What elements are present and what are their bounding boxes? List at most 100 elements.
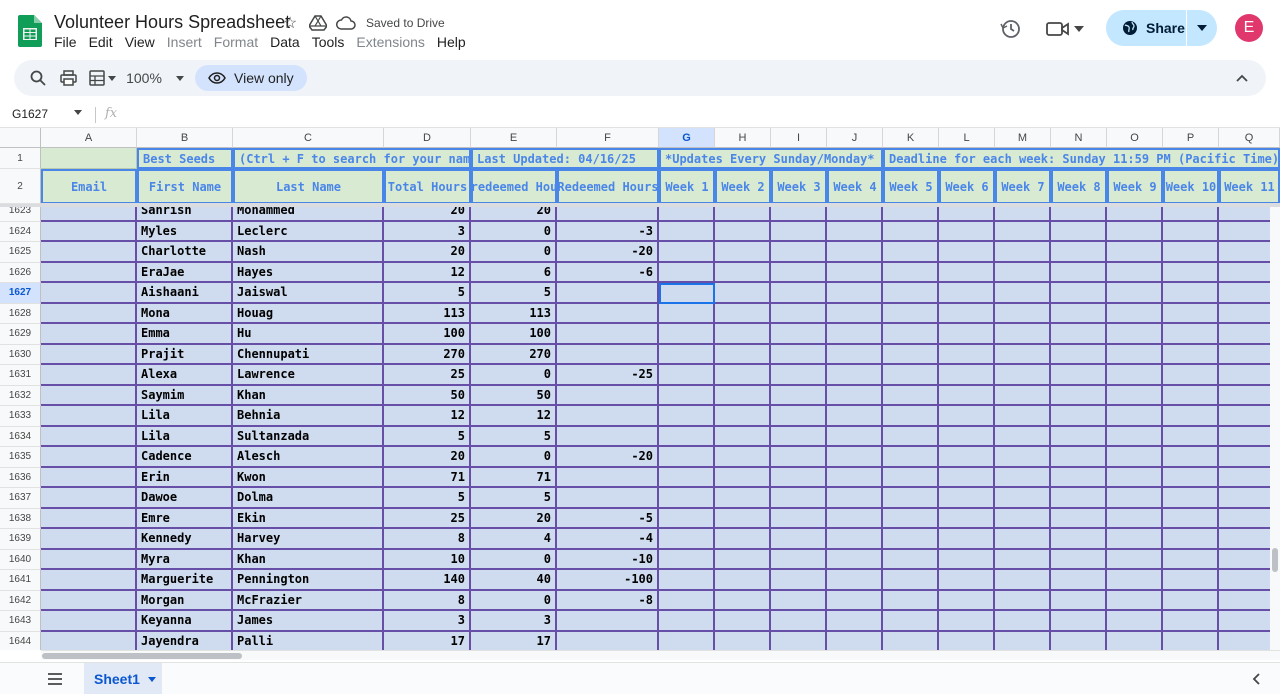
- row-header[interactable]: 1629: [0, 324, 41, 345]
- table-cell[interactable]: [939, 529, 995, 550]
- table-cell[interactable]: [1051, 549, 1107, 570]
- column-header-p[interactable]: P: [1163, 128, 1219, 148]
- table-cell[interactable]: 0: [471, 590, 557, 611]
- column-header-o[interactable]: O: [1107, 128, 1163, 148]
- table-cell[interactable]: 270: [384, 344, 471, 365]
- column-title-g[interactable]: Week 1: [659, 169, 715, 204]
- table-cell[interactable]: [659, 324, 715, 345]
- table-cell[interactable]: [771, 426, 827, 447]
- table-cell[interactable]: [715, 570, 771, 591]
- column-title-m[interactable]: Week 7: [995, 169, 1051, 204]
- table-cell[interactable]: [771, 324, 827, 345]
- table-cell[interactable]: [1051, 262, 1107, 283]
- table-cell[interactable]: [715, 488, 771, 509]
- table-cell[interactable]: [995, 242, 1051, 263]
- table-cell[interactable]: [1107, 488, 1163, 509]
- table-cell[interactable]: [771, 488, 827, 509]
- table-cell[interactable]: Jaiswal: [233, 283, 384, 304]
- table-cell[interactable]: [1163, 529, 1219, 550]
- table-cell[interactable]: 12: [471, 406, 557, 427]
- table-cell[interactable]: [771, 242, 827, 263]
- table-cell[interactable]: Jayendra: [137, 631, 233, 650]
- table-cell[interactable]: [715, 242, 771, 263]
- table-cell[interactable]: [557, 488, 659, 509]
- table-cell[interactable]: 20: [384, 242, 471, 263]
- column-title-a[interactable]: Email: [41, 169, 137, 204]
- table-cell[interactable]: -3: [557, 221, 659, 242]
- table-cell[interactable]: Marguerite: [137, 570, 233, 591]
- table-cell[interactable]: [1107, 324, 1163, 345]
- table-cell[interactable]: Kennedy: [137, 529, 233, 550]
- menu-help[interactable]: Help: [437, 34, 472, 50]
- row-header[interactable]: 1636: [0, 467, 41, 488]
- table-cell[interactable]: [715, 385, 771, 406]
- table-cell[interactable]: [1107, 590, 1163, 611]
- table-cell[interactable]: [827, 406, 883, 427]
- horizontal-scroll-thumb[interactable]: [42, 653, 242, 659]
- header-cell-b1[interactable]: Best Seeds: [137, 148, 233, 169]
- avatar[interactable]: E: [1235, 14, 1263, 42]
- menu-tools[interactable]: Tools: [312, 34, 351, 50]
- table-cell[interactable]: -8: [557, 590, 659, 611]
- table-cell[interactable]: Aishaani: [137, 283, 233, 304]
- table-cell[interactable]: 0: [471, 221, 557, 242]
- table-cell[interactable]: [771, 611, 827, 632]
- table-cell[interactable]: [41, 447, 137, 468]
- table-cell[interactable]: [827, 242, 883, 263]
- table-cell[interactable]: [715, 467, 771, 488]
- table-cell[interactable]: [827, 631, 883, 650]
- table-cell[interactable]: [659, 262, 715, 283]
- table-cell[interactable]: -6: [557, 262, 659, 283]
- table-cell[interactable]: [995, 283, 1051, 304]
- table-cell[interactable]: [659, 508, 715, 529]
- table-cell[interactable]: 270: [471, 344, 557, 365]
- version-history-button[interactable]: [998, 16, 1024, 42]
- table-cell[interactable]: [1051, 488, 1107, 509]
- table-cell[interactable]: [883, 324, 939, 345]
- menu-data[interactable]: Data: [270, 34, 306, 50]
- table-cell[interactable]: [883, 365, 939, 386]
- table-cell[interactable]: [1163, 447, 1219, 468]
- column-header-h[interactable]: H: [715, 128, 771, 148]
- table-cell[interactable]: [557, 406, 659, 427]
- table-cell[interactable]: [41, 488, 137, 509]
- table-cell[interactable]: [883, 283, 939, 304]
- column-header-a[interactable]: A: [41, 128, 137, 148]
- table-cell[interactable]: [995, 529, 1051, 550]
- table-cell[interactable]: Palli: [233, 631, 384, 650]
- column-title-k[interactable]: Week 5: [883, 169, 939, 204]
- table-cell[interactable]: 6: [471, 262, 557, 283]
- table-cell[interactable]: [659, 529, 715, 550]
- column-title-n[interactable]: Week 8: [1051, 169, 1107, 204]
- table-cell[interactable]: [827, 221, 883, 242]
- table-cell[interactable]: [1107, 529, 1163, 550]
- table-cell[interactable]: [939, 242, 995, 263]
- table-cell[interactable]: [41, 508, 137, 529]
- table-cell[interactable]: [41, 631, 137, 650]
- table-cell[interactable]: [995, 344, 1051, 365]
- column-title-b[interactable]: First Name: [137, 169, 233, 204]
- row-header[interactable]: 1640: [0, 549, 41, 570]
- table-cell[interactable]: [939, 611, 995, 632]
- meet-button[interactable]: [1046, 16, 1092, 42]
- table-cell[interactable]: [995, 426, 1051, 447]
- table-cell[interactable]: [1051, 365, 1107, 386]
- table-cell[interactable]: [659, 365, 715, 386]
- horizontal-scrollbar[interactable]: [41, 650, 1280, 660]
- table-cell[interactable]: [1107, 549, 1163, 570]
- menu-view[interactable]: View: [125, 34, 161, 50]
- table-cell[interactable]: 8: [384, 590, 471, 611]
- table-cell[interactable]: [939, 508, 995, 529]
- table-cell[interactable]: 12: [384, 406, 471, 427]
- header-cell-g1[interactable]: *Updates Every Sunday/Monday*: [659, 148, 883, 169]
- table-cell[interactable]: [41, 385, 137, 406]
- all-sheets-menu-icon[interactable]: [46, 671, 64, 687]
- column-header-e[interactable]: E: [471, 128, 557, 148]
- table-cell[interactable]: [827, 303, 883, 324]
- table-cell[interactable]: [771, 303, 827, 324]
- table-cell[interactable]: [715, 590, 771, 611]
- table-cell[interactable]: Khan: [233, 385, 384, 406]
- table-cell[interactable]: Chennupati: [233, 344, 384, 365]
- table-cell[interactable]: Keyanna: [137, 611, 233, 632]
- table-cell[interactable]: [995, 508, 1051, 529]
